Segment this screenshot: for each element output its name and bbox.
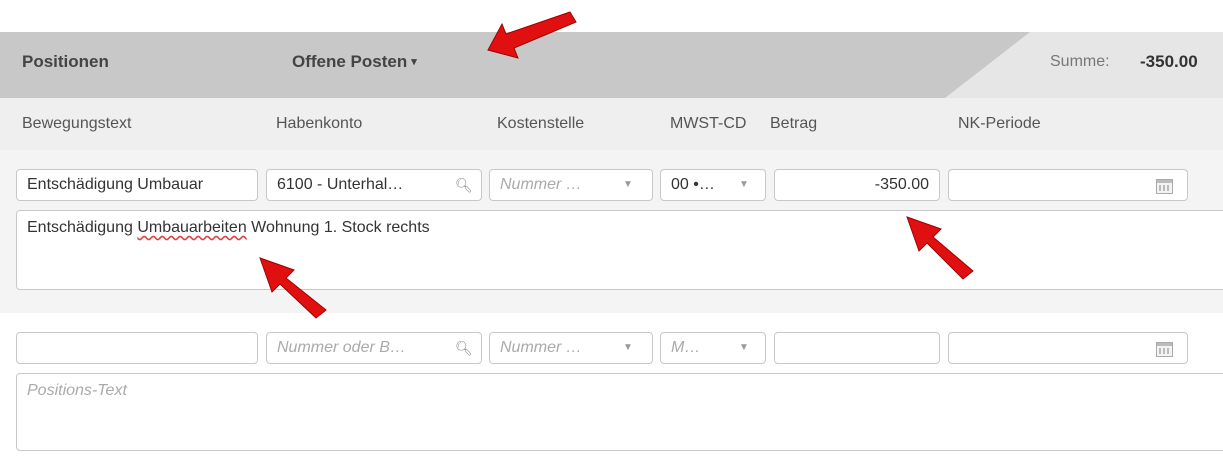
nk-periode-input[interactable] bbox=[948, 169, 1188, 201]
column-habenkonto: Habenkonto bbox=[276, 115, 363, 132]
habenkonto-input[interactable]: 6100 - Unterhal… 🔍︎ bbox=[266, 169, 482, 201]
kostenstelle-select-new[interactable]: Nummer … ▼ bbox=[489, 332, 653, 364]
habenkonto-input-new[interactable]: Nummer oder B… 🔍︎ bbox=[266, 332, 482, 364]
position-text-placeholder: Positions-Text bbox=[27, 382, 127, 399]
column-mwst-cd: MWST-CD bbox=[670, 115, 747, 132]
position-text-end: Wohnung 1. Stock rechts bbox=[246, 219, 430, 236]
position-text-area[interactable]: Entschädigung Umbauarbeiten Wohnung 1. S… bbox=[16, 210, 1223, 290]
nk-periode-input-new[interactable] bbox=[948, 332, 1188, 364]
search-icon[interactable]: 🔍︎ bbox=[455, 170, 473, 200]
mwst-placeholder: M… bbox=[671, 339, 701, 356]
calendar-icon[interactable] bbox=[1156, 342, 1173, 357]
spellcheck-word: Umbauarbeiten bbox=[137, 219, 247, 236]
calendar-icon[interactable] bbox=[1156, 179, 1173, 194]
bewegungstext-input-new[interactable] bbox=[16, 332, 258, 364]
betrag-input[interactable]: -350.00 bbox=[774, 169, 940, 201]
search-icon[interactable]: 🔍︎ bbox=[455, 333, 473, 363]
sum-value: -350.00 bbox=[1140, 52, 1198, 71]
column-betrag: Betrag bbox=[770, 115, 818, 132]
section-title: Positionen bbox=[22, 52, 109, 71]
dropdown-label: Offene Posten bbox=[292, 52, 408, 71]
red-arrow-icon bbox=[259, 257, 327, 319]
habenkonto-placeholder: Nummer oder B… bbox=[277, 339, 406, 356]
bewegungstext-input[interactable]: Entschädigung Umbauar bbox=[16, 169, 258, 201]
sum-label: Summe: bbox=[1050, 53, 1110, 70]
kostenstelle-placeholder: Nummer … bbox=[500, 176, 582, 193]
red-arrow-icon bbox=[906, 216, 974, 280]
column-nk-periode: NK-Periode bbox=[958, 115, 1041, 132]
mwst-value: 00 •… bbox=[671, 176, 715, 193]
kostenstelle-select[interactable]: Nummer … ▼ bbox=[489, 169, 653, 201]
red-arrow-icon bbox=[487, 11, 577, 59]
kostenstelle-placeholder: Nummer … bbox=[500, 339, 582, 356]
habenkonto-value: 6100 - Unterhal… bbox=[277, 176, 404, 193]
open-items-dropdown[interactable]: Offene Posten ▾ bbox=[292, 52, 417, 72]
betrag-input-new[interactable] bbox=[774, 332, 940, 364]
chevron-down-icon[interactable]: ▼ bbox=[623, 170, 633, 200]
position-text-area-new[interactable]: Positions-Text bbox=[16, 373, 1223, 451]
column-bewegungstext: Bewegungstext bbox=[22, 115, 132, 132]
mwst-select-new[interactable]: M… ▼ bbox=[660, 332, 766, 364]
chevron-down-icon: ▾ bbox=[411, 56, 417, 68]
position-text-start: Entschädigung bbox=[27, 219, 138, 236]
chevron-down-icon[interactable]: ▼ bbox=[739, 333, 749, 363]
chevron-down-icon[interactable]: ▼ bbox=[623, 333, 633, 363]
column-kostenstelle: Kostenstelle bbox=[497, 115, 585, 132]
chevron-down-icon[interactable]: ▼ bbox=[739, 170, 749, 200]
mwst-select[interactable]: 00 •… ▼ bbox=[660, 169, 766, 201]
